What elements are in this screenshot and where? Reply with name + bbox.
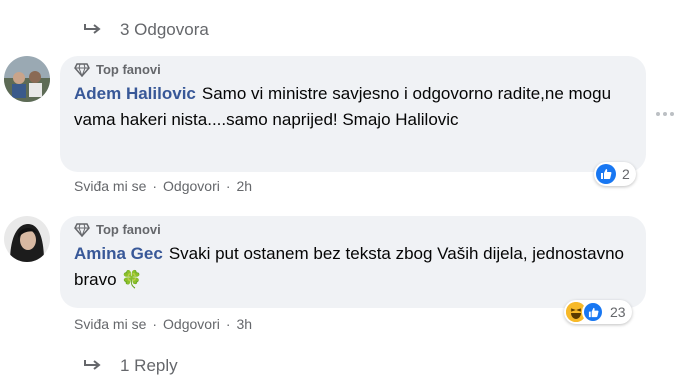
reply-arrow-icon: [84, 360, 101, 370]
like-button[interactable]: Sviđa mi se: [74, 316, 146, 332]
reactions-summary[interactable]: 23: [564, 300, 632, 324]
comment-bubble: Top fanovi Amina Gec Svaki put ostanem be…: [60, 216, 646, 308]
comment-timestamp[interactable]: 3h: [237, 316, 253, 332]
diamond-icon: [74, 62, 90, 77]
comment-actions: Sviđa mi se · Odgovori · 3h: [74, 316, 252, 332]
separator: ·: [152, 316, 158, 332]
reply-button[interactable]: Odgovori: [163, 316, 220, 332]
reply-button[interactable]: Odgovori: [163, 178, 220, 194]
reaction-count: 23: [610, 304, 626, 320]
view-replies-label: 1 Reply: [120, 356, 178, 375]
comment-bubble: Top fanovi Adem Halilovic Samo vi ministr…: [60, 56, 646, 172]
avatar[interactable]: [4, 56, 50, 102]
reply-arrow-icon: [84, 24, 101, 34]
top-fan-badge: Top fanovi: [74, 222, 632, 237]
diamond-icon: [74, 222, 90, 237]
comment-timestamp[interactable]: 2h: [237, 178, 253, 194]
comment-author[interactable]: Adem Halilovic: [74, 84, 196, 103]
badge-label: Top fanovi: [96, 222, 161, 237]
avatar[interactable]: [4, 216, 50, 262]
like-icon: [582, 301, 604, 323]
badge-label: Top fanovi: [96, 62, 161, 77]
more-options-icon[interactable]: [656, 112, 674, 116]
separator: ·: [225, 316, 231, 332]
view-replies-label: 3 Odgovora: [120, 20, 209, 39]
separator: ·: [225, 178, 231, 194]
avatar-photo: [4, 216, 50, 262]
reactions-summary[interactable]: 2: [594, 162, 636, 186]
comment-text: Adem Halilovic Samo vi ministre savjesno …: [74, 81, 632, 133]
view-replies-link-top[interactable]: 3 Odgovora: [82, 20, 209, 40]
view-replies-link-bottom[interactable]: 1 Reply: [82, 356, 178, 376]
reaction-count: 2: [622, 166, 630, 182]
four-leaf-clover-icon: 🍀: [121, 270, 143, 289]
separator: ·: [152, 178, 158, 194]
comment-actions: Sviđa mi se · Odgovori · 2h: [74, 178, 252, 194]
top-fan-badge: Top fanovi: [74, 62, 632, 77]
avatar-photo: [4, 56, 50, 102]
comment-author[interactable]: Amina Gec: [74, 244, 163, 263]
like-button[interactable]: Sviđa mi se: [74, 178, 146, 194]
like-icon: [596, 164, 616, 184]
comment-text: Amina Gec Svaki put ostanem bez teksta zb…: [74, 241, 632, 293]
